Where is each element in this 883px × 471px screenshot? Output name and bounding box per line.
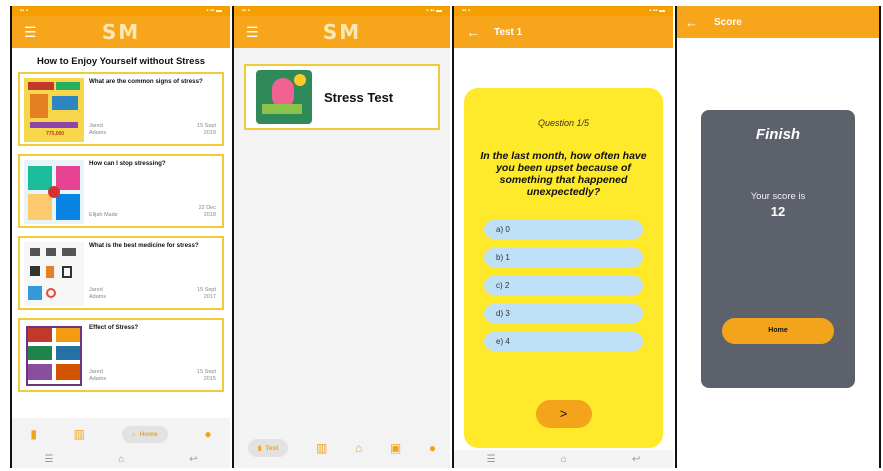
score-label: Your score is — [750, 191, 806, 202]
score-card: Finish Your score is 12 Home — [701, 110, 855, 388]
next-button[interactable]: > — [535, 400, 592, 428]
screen-title: Score — [714, 16, 742, 28]
profile-nav-icon[interactable]: ● — [429, 441, 436, 455]
book-nav-icon[interactable]: ▥ — [316, 441, 327, 455]
test-nav-label: Test — [265, 444, 279, 452]
question-text: In the last month, how often have you be… — [480, 150, 647, 198]
home-button[interactable]: Home — [722, 318, 834, 344]
stress-test-image — [256, 70, 312, 124]
app-logo: SM — [322, 20, 362, 44]
system-nav-bar: ☰ ⌂ ↩ — [454, 450, 673, 468]
status-bar: ▪▪ ▪ ▪ ▪▪ ▬ — [234, 6, 450, 16]
article-card[interactable]: What is the best medicine for stress? Ja… — [18, 236, 224, 310]
briefcase-nav-icon[interactable]: ▣ — [390, 441, 401, 455]
back-system-icon[interactable]: ↩ — [632, 454, 640, 465]
article-date: 22 Dec 2018 — [198, 205, 216, 218]
quiz-content: Question 1/5 In the last month, how ofte… — [454, 48, 673, 468]
article-author: Jared Adams — [89, 287, 107, 300]
answer-option[interactable]: e) 4 — [484, 332, 643, 351]
app-bar: ☰ SM — [234, 16, 450, 48]
answer-options: a) 0 b) 1 c) 2 d) 3 e) 4 — [474, 220, 653, 351]
home-system-icon[interactable]: ⌂ — [561, 454, 567, 465]
answer-option[interactable]: b) 1 — [484, 248, 643, 267]
score-content: Finish Your score is 12 Home — [677, 38, 879, 468]
article-date: 15 Sept 2017 — [197, 287, 216, 300]
test-icon: ▮ — [257, 445, 262, 452]
article-thumbnail-image — [24, 160, 84, 224]
back-system-icon[interactable]: ↩ — [189, 454, 197, 465]
status-bar: ▪▪ ▪ ▪ ▪▪ ▬ — [454, 6, 673, 16]
article-date: 15 Sept 2019 — [197, 123, 216, 136]
answer-option[interactable]: c) 2 — [484, 276, 643, 295]
app-bar: ☰ SM — [12, 16, 230, 48]
recent-apps-icon[interactable]: ☰ — [487, 454, 496, 465]
finish-heading: Finish — [755, 126, 801, 143]
article-thumbnail-image — [24, 324, 84, 388]
home-system-icon[interactable]: ⌂ — [118, 454, 124, 465]
question-card: Question 1/5 In the last month, how ofte… — [464, 88, 663, 448]
question-number: Question 1/5 — [537, 118, 590, 128]
profile-nav-icon[interactable]: ● — [204, 427, 211, 441]
tests-list: Stress Test — [234, 48, 450, 428]
phone-tests-screen: ▪▪ ▪ ▪ ▪▪ ▬ ☰ SM Stress Test ▮ Test ▥ ⌂ ▣ — [232, 6, 450, 468]
score-value: 12 — [770, 204, 786, 219]
home-nav-label: Home — [139, 430, 158, 438]
back-arrow-icon[interactable]: ← — [685, 15, 698, 30]
test-nav-button[interactable]: ▮ Test — [247, 439, 289, 457]
test-card[interactable]: Stress Test — [244, 64, 440, 130]
app-bar: ← Score — [677, 6, 879, 38]
phone-score-screen: ← Score Finish Your score is 12 Home — [675, 6, 881, 468]
phone-quiz-screen: ▪▪ ▪ ▪ ▪▪ ▬ ← Test 1 Question 1/5 In the … — [452, 6, 673, 468]
thumb-caption: 775,000 — [46, 131, 65, 137]
article-author: Jared Adams — [89, 369, 107, 382]
article-title: Effect of Stress? — [89, 324, 139, 331]
bottom-navigation: ▮ ▥ ⌂ Home ● — [12, 418, 230, 450]
book-nav-icon[interactable]: ▥ — [74, 427, 85, 441]
answer-option[interactable]: a) 0 — [484, 220, 643, 239]
phone-articles-screen: ▪▪ ▪ ▪ ▪▪ ▬ ☰ SM How to Enjoy Yourself wi… — [10, 6, 230, 468]
recent-apps-icon[interactable]: ☰ — [44, 454, 53, 465]
articles-list: How to Enjoy Yourself without Stress 775… — [12, 48, 230, 420]
article-thumbnail-image: 775,000 — [24, 78, 84, 142]
article-author: Elijah Made — [89, 211, 118, 218]
home-nav-icon[interactable]: ⌂ — [355, 441, 362, 455]
article-title: What are the common signs of stress? — [89, 78, 203, 85]
articles-heading: How to Enjoy Yourself without Stress — [36, 56, 206, 67]
menu-icon[interactable]: ☰ — [246, 24, 266, 41]
system-nav-bar: ☰ ⌂ ↩ — [12, 450, 230, 468]
app-logo: SM — [101, 20, 141, 44]
bottom-navigation: ▮ Test ▥ ⌂ ▣ ● — [234, 432, 450, 464]
test-title: Stress Test — [324, 89, 394, 105]
menu-icon[interactable]: ☰ — [24, 24, 44, 41]
article-card[interactable]: 775,000 What are the common signs of str… — [18, 72, 224, 146]
back-arrow-icon[interactable]: ← — [466, 24, 480, 40]
answer-option[interactable]: d) 3 — [484, 304, 643, 323]
status-bar: ▪▪ ▪ ▪ ▪▪ ▬ — [12, 6, 230, 16]
screens-collage: ▪▪ ▪ ▪ ▪▪ ▬ ☰ SM How to Enjoy Yourself wi… — [0, 0, 883, 471]
article-date: 15 Sept 2015 — [197, 369, 216, 382]
article-author: Jared Adams — [89, 123, 107, 136]
home-nav-button[interactable]: ⌂ Home — [121, 425, 168, 443]
article-thumbnail-image — [24, 242, 84, 306]
article-title: How can I stop stressing? — [89, 160, 166, 167]
article-card[interactable]: How can I stop stressing? Elijah Made 22… — [18, 154, 224, 228]
home-icon: ⌂ — [131, 430, 136, 438]
screen-title: Test 1 — [494, 26, 523, 38]
article-nav-icon[interactable]: ▮ — [30, 427, 37, 441]
article-title: What is the best medicine for stress? — [89, 242, 199, 249]
article-card[interactable]: Effect of Stress? Jared Adams 15 Sept 20… — [18, 318, 224, 392]
app-bar: ← Test 1 — [454, 16, 673, 48]
